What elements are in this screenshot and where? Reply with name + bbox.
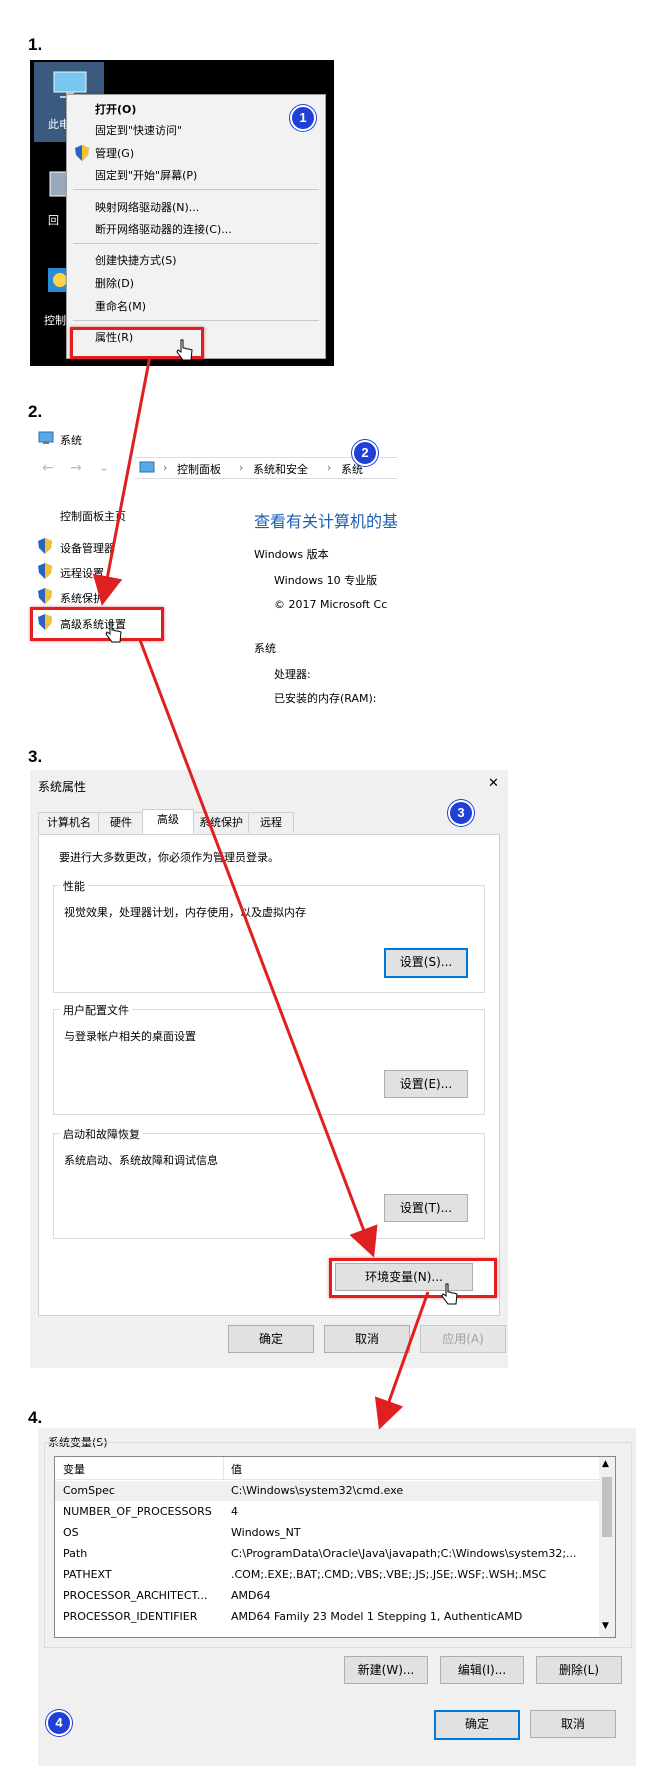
tutorial-arrows [92,355,430,1430]
arrow-env-to-dialog [374,1291,430,1430]
arrow-advanced-to-env [138,639,378,1258]
tab-advanced[interactable]: 高级 [142,809,194,834]
arrow-properties-to-advanced [92,355,152,606]
